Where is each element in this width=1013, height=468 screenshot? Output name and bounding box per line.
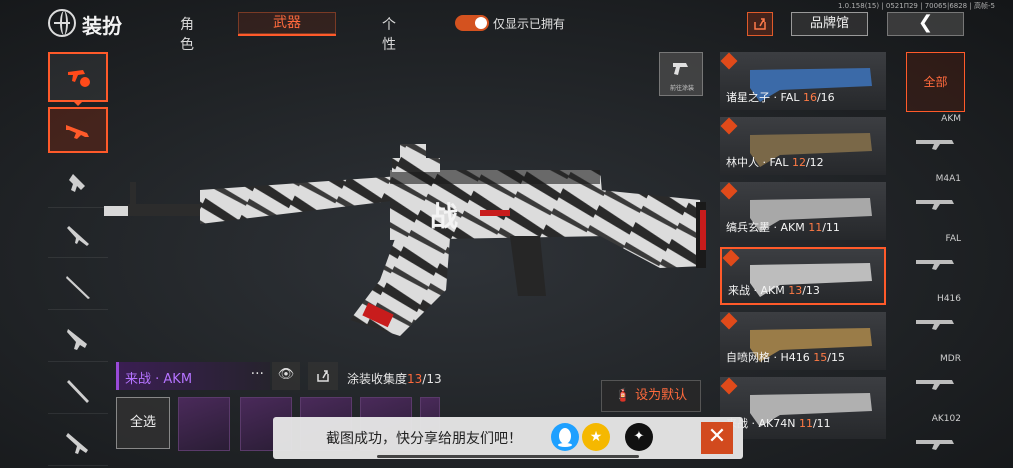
category-shotgun[interactable] — [48, 316, 108, 362]
skin-label: 林中人 · FAL 12/12 — [726, 156, 824, 169]
go-paint-button[interactable]: 前往涂装 — [659, 52, 703, 96]
weapon-skin-name-bar: 来战 · AKM ··· — [116, 362, 270, 390]
filter-mdr[interactable]: MDR — [906, 354, 965, 412]
toast-message: 截图成功，快分享给朋友们吧！ — [326, 431, 522, 447]
set-default-label: 设为默认 — [635, 388, 688, 403]
owned-only-label: 仅显示已拥有 — [493, 17, 566, 31]
category-pointer — [72, 100, 84, 106]
tab-personality[interactable]: 个性 — [376, 14, 402, 54]
skin-card[interactable]: 诸星之子 · FAL 16/16 — [720, 52, 886, 110]
go-paint-label: 前往涂装 — [669, 85, 694, 92]
gun-silhouette-icon — [916, 440, 954, 450]
filter-m4a1[interactable]: M4A1 — [906, 174, 965, 232]
part-thumbnail[interactable] — [178, 397, 230, 451]
app-share-button[interactable]: ✦ — [625, 423, 653, 451]
select-all-button[interactable]: 全选 — [116, 397, 170, 449]
skin-card[interactable]: 自喷网格 · H416 15/15 — [720, 312, 886, 370]
active-tab-underline — [238, 34, 336, 36]
set-default-button[interactable]: 🧯 设为默认 — [601, 380, 701, 412]
star-icon: ★ — [589, 429, 603, 445]
spray-paint-icon — [673, 63, 688, 75]
home-indicator — [377, 455, 639, 458]
gun-silhouette-icon — [916, 140, 954, 150]
brand-hall-button[interactable]: 品牌馆 — [791, 12, 868, 36]
skin-card[interactable]: 来战 · AK74N 11/11 — [720, 377, 886, 439]
skin-card[interactable]: 缟兵玄墨 · AKM 11/11 — [720, 182, 886, 240]
filter-ak102[interactable]: AK102 — [906, 414, 965, 468]
filter-akm[interactable]: AKM — [906, 114, 965, 172]
rifle-icon — [67, 225, 89, 246]
skin-label: 自喷网格 · H416 15/15 — [726, 351, 845, 364]
close-toast-button[interactable]: ✕ — [701, 422, 733, 454]
gun-silhouette-icon — [916, 200, 954, 210]
category-sniper[interactable] — [48, 264, 108, 310]
dmr-icon — [67, 379, 89, 403]
gun-silhouette-icon — [916, 320, 954, 330]
version-text: 1.0.158(15) | 0521Π29 | 70065|6828 | 高帧-… — [838, 2, 995, 10]
gun-silhouette-icon — [916, 380, 954, 390]
skin-label: 来战 · AKM 13/13 — [728, 284, 820, 297]
skin-card[interactable]: 林中人 · FAL 12/12 — [720, 117, 886, 175]
chevron-left-icon: ❮ — [917, 12, 934, 33]
category-assault-rifle[interactable] — [48, 107, 108, 153]
owned-only-toggle[interactable] — [455, 15, 489, 31]
skin-card-selected[interactable]: 来战 · AKM 13/13 — [720, 247, 886, 305]
filter-fal[interactable]: FAL — [906, 234, 965, 292]
qzone-share-button[interactable]: ★ — [582, 423, 610, 451]
tab-weapon[interactable]: 武器 — [238, 12, 336, 34]
collection-progress: 涂装收集度13/13 — [347, 370, 442, 387]
eye-icon: 👁 — [277, 367, 295, 382]
collection-current: 13 — [407, 372, 423, 386]
lmg-icon — [66, 432, 88, 454]
shotgun-icon — [67, 328, 87, 350]
weapon-category-icon — [68, 70, 90, 87]
weapon-skin-name: 来战 · AKM — [125, 372, 193, 387]
preview-button[interactable]: 👁 — [272, 362, 300, 390]
screenshot-share-toast: 截图成功，快分享给朋友们吧！ ★ ✦ ✕ — [273, 417, 743, 459]
spray-icon: 🧯 — [614, 388, 632, 403]
skin-label: 缟兵玄墨 · AKM 11/11 — [726, 221, 840, 234]
collection-label: 涂装收集度 — [347, 372, 408, 386]
svg-text:战: 战 — [430, 200, 458, 233]
qq-share-button[interactable] — [551, 423, 579, 451]
skin-label: 诸星之子 · FAL 16/16 — [726, 91, 835, 104]
category-weapon-skins[interactable] — [48, 52, 108, 102]
sniper-icon — [66, 275, 90, 299]
top-bar: 装扮 角色 武器 个性 仅显示已拥有 1.0.158(15) | 0521Π29… — [0, 0, 1013, 53]
category-rifle[interactable] — [48, 212, 108, 258]
more-options-button[interactable]: ··· — [251, 366, 264, 382]
app-logo-icon: ✦ — [633, 429, 645, 444]
category-lmg[interactable] — [48, 420, 108, 466]
smg-icon — [69, 173, 85, 192]
qq-icon — [558, 428, 572, 447]
category-dmr[interactable] — [48, 368, 108, 414]
gun-silhouette-icon — [916, 260, 954, 270]
globe-icon — [48, 9, 76, 37]
share-button[interactable] — [747, 12, 773, 36]
collection-total: /13 — [422, 372, 442, 386]
filter-h416[interactable]: H416 — [906, 294, 965, 352]
back-button[interactable]: ❮ — [887, 12, 964, 36]
assault-rifle-icon — [66, 125, 89, 139]
share-icon — [317, 370, 329, 382]
share-icon — [754, 18, 766, 30]
filter-all-button[interactable]: 全部 — [906, 52, 965, 112]
category-smg[interactable] — [48, 162, 108, 208]
share-skin-button[interactable] — [308, 362, 338, 390]
page-title: 装扮 — [82, 14, 122, 38]
weapon-model-akm: 战 — [104, 144, 706, 336]
tab-character[interactable]: 角色 — [174, 14, 200, 54]
